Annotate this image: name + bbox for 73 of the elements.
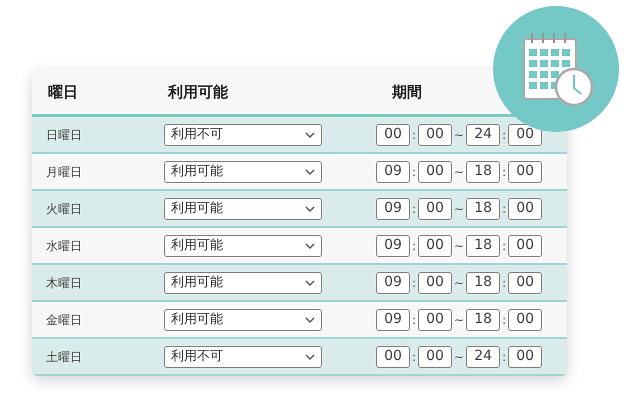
minute-field[interactable]: 00 [508,124,542,146]
day-label: 火曜日 [46,200,83,218]
colon-separator: : [411,126,418,144]
colon-separator: : [411,238,418,254]
availability-dropdown[interactable]: 利用可能 [164,160,322,182]
minute-field[interactable]: 00 [418,234,452,256]
chevron-down-icon [305,168,315,174]
minute-field[interactable]: 00 [508,160,542,182]
minute-field[interactable]: 00 [508,272,542,294]
colon-separator: : [411,274,418,292]
chevron-down-icon [305,206,315,212]
hour-field[interactable]: 24 [466,346,500,368]
hour-field[interactable]: 09 [376,272,410,294]
hour-field[interactable]: 09 [376,198,410,220]
colon-separator: : [411,164,418,180]
hour-field[interactable]: 18 [466,308,500,330]
range-separator: ~ [453,348,466,366]
day-label: 日曜日 [46,126,83,144]
colon-separator: : [411,312,418,328]
hour-field[interactable]: 09 [376,308,410,330]
day-label: 水曜日 [46,238,83,254]
column-header: 期間 [392,82,422,103]
range-separator: ~ [453,238,466,254]
colon-separator: : [501,200,508,218]
minute-field[interactable]: 00 [508,346,542,368]
colon-separator: : [501,164,508,180]
hour-field[interactable]: 18 [466,234,500,256]
chevron-down-icon [305,132,315,138]
availability-dropdown[interactable]: 利用不可 [164,346,322,368]
colon-separator: : [501,274,508,292]
hour-field[interactable]: 09 [376,234,410,256]
colon-separator: : [501,126,508,144]
availability-dropdown[interactable]: 利用可能 [164,198,322,220]
range-separator: ~ [453,200,466,218]
hour-field[interactable]: 18 [466,198,500,220]
hour-field[interactable]: 00 [376,124,410,146]
minute-field[interactable]: 00 [418,160,452,182]
minute-field[interactable]: 00 [508,308,542,330]
minute-field[interactable]: 00 [508,234,542,256]
chevron-down-icon [305,354,315,360]
day-label: 木曜日 [46,274,83,292]
colon-separator: : [411,200,418,218]
column-header: 曜日 [48,82,79,103]
range-separator: ~ [453,164,466,180]
column-header: 利用可能 [168,82,229,103]
minute-field[interactable]: 00 [418,198,452,220]
hour-field[interactable]: 09 [376,160,410,182]
day-label: 金曜日 [46,312,83,328]
range-separator: ~ [453,126,466,144]
hour-field[interactable]: 18 [466,160,500,182]
availability-dropdown[interactable]: 利用可能 [164,308,322,330]
chevron-down-icon [305,280,315,286]
colon-separator: : [411,348,418,366]
hour-field[interactable]: 18 [466,272,500,294]
range-separator: ~ [453,274,466,292]
minute-field[interactable]: 00 [418,346,452,368]
minute-field[interactable]: 00 [418,124,452,146]
range-separator: ~ [453,312,466,328]
chevron-down-icon [305,316,315,322]
minute-field[interactable]: 00 [418,308,452,330]
minute-field[interactable]: 00 [418,272,452,294]
colon-separator: : [501,312,508,328]
day-label: 土曜日 [46,348,83,366]
colon-separator: : [501,348,508,366]
colon-separator: : [501,238,508,254]
availability-dropdown[interactable]: 利用可能 [164,234,322,256]
chevron-down-icon [305,242,315,248]
availability-dropdown[interactable]: 利用不可 [164,124,322,146]
availability-dropdown[interactable]: 利用可能 [164,272,322,294]
minute-field[interactable]: 00 [508,198,542,220]
hour-field[interactable]: 00 [376,346,410,368]
hour-field[interactable]: 24 [466,124,500,146]
day-label: 月曜日 [46,164,83,180]
